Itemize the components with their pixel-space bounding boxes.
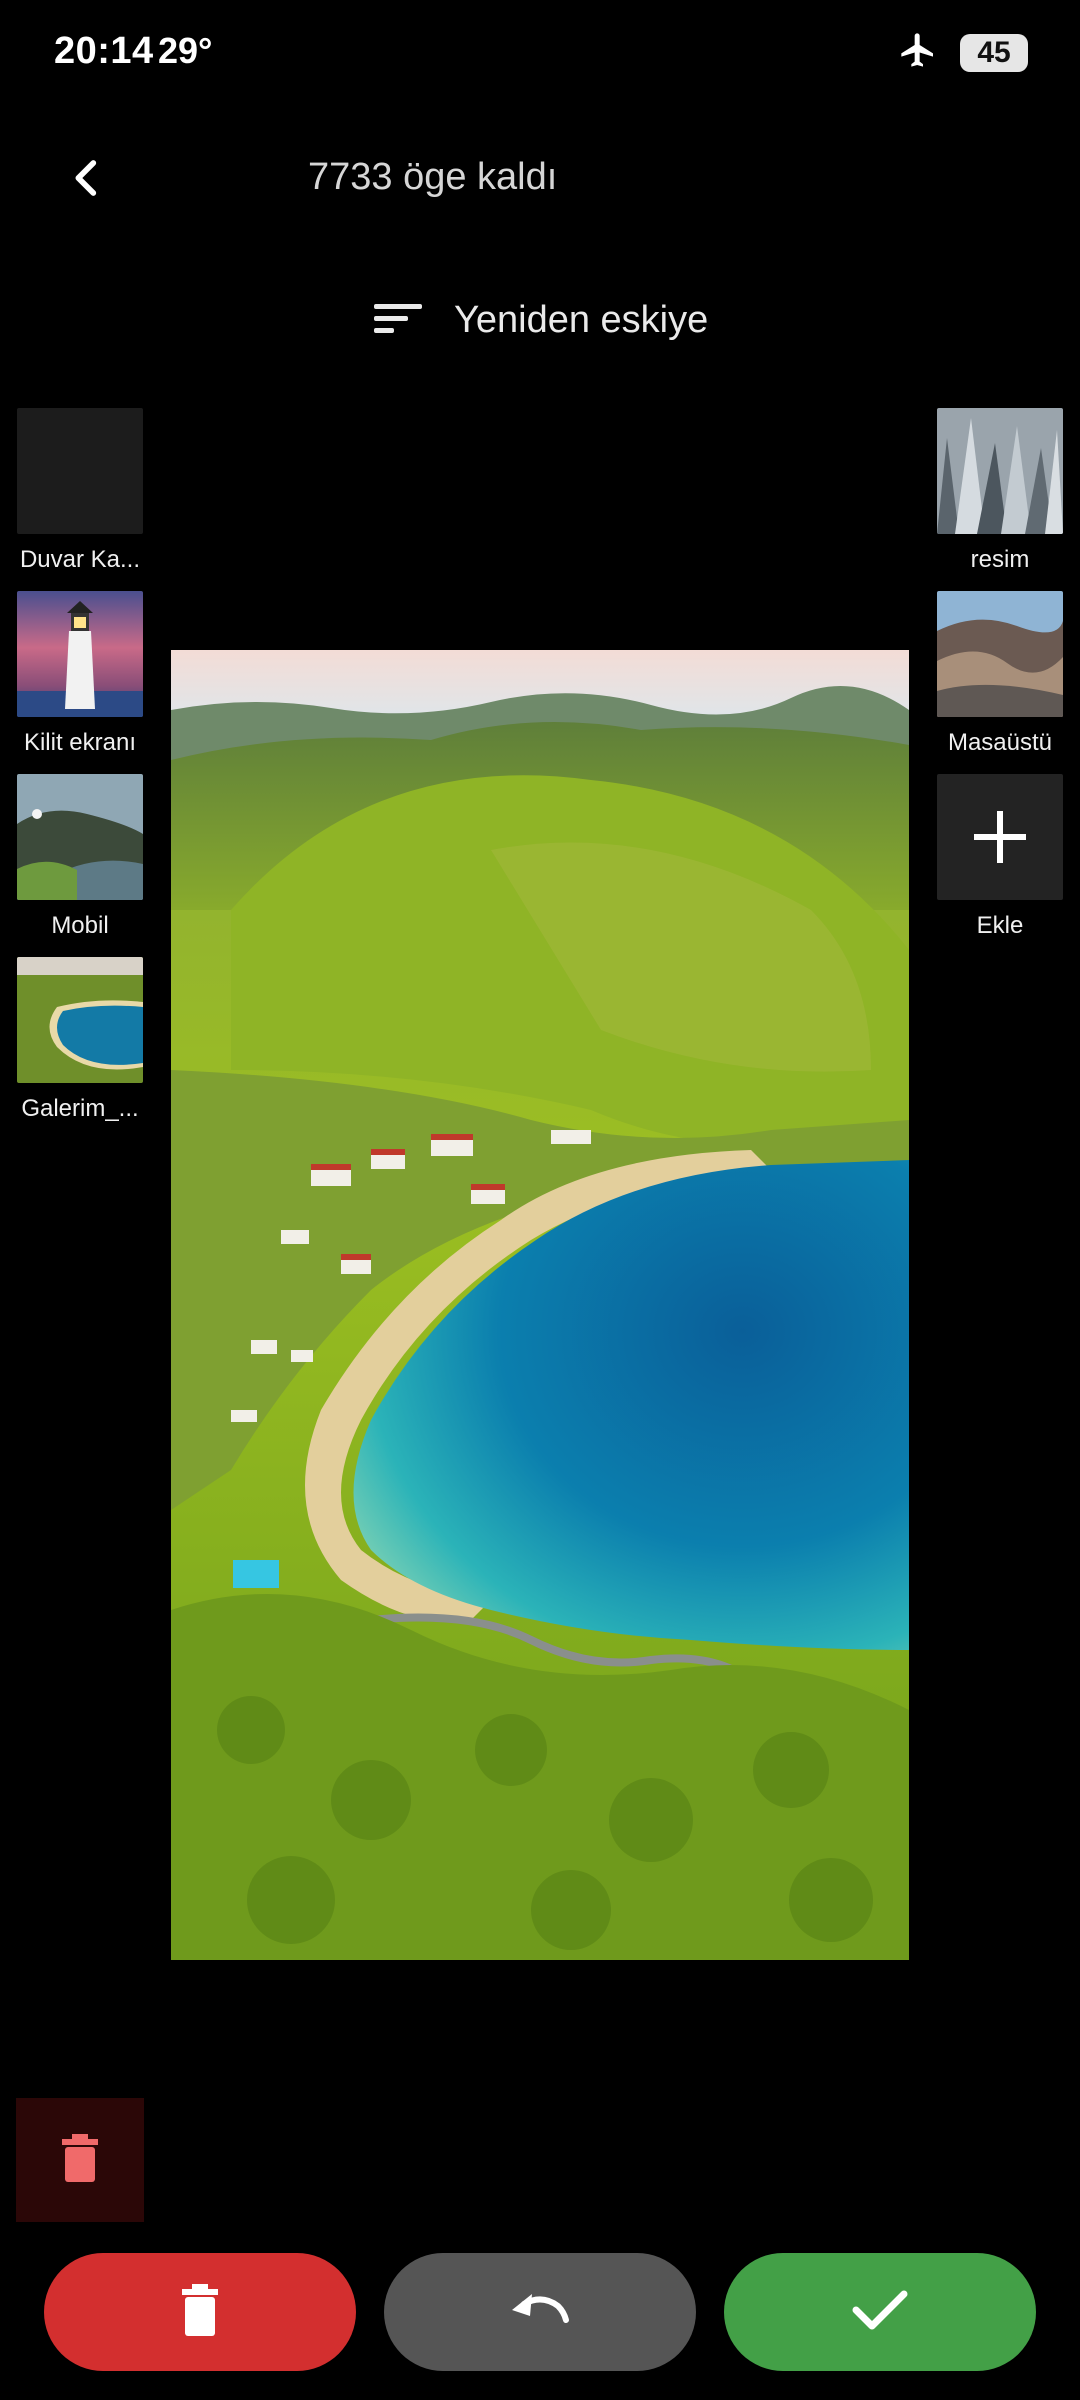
folder-label: Mobil <box>51 912 109 939</box>
delete-button[interactable] <box>44 2253 356 2371</box>
trash-bin[interactable] <box>16 2098 144 2222</box>
desert-thumbnail <box>937 591 1063 717</box>
folder-thumbnail <box>17 408 143 534</box>
current-photo[interactable] <box>171 650 909 1960</box>
aerial-bay-image <box>171 650 909 1960</box>
folder-duvar-kagidi[interactable]: Duvar Ka... <box>17 408 143 574</box>
plus-icon <box>937 774 1063 900</box>
trash-icon <box>60 2133 100 2187</box>
folder-masaustu[interactable]: Masaüstü <box>937 591 1063 757</box>
folder-galerim[interactable]: Galerim_... <box>17 957 143 1123</box>
add-folder-button[interactable]: Ekle <box>937 774 1063 940</box>
rock-forest-thumbnail <box>937 408 1063 534</box>
back-button[interactable] <box>60 150 110 210</box>
coast-thumbnail <box>17 774 143 900</box>
folder-resim[interactable]: resim <box>937 408 1063 574</box>
folder-mobil[interactable]: Mobil <box>17 774 143 940</box>
check-icon <box>852 2288 908 2337</box>
lighthouse-thumbnail <box>17 591 143 717</box>
sort-icon <box>372 298 424 343</box>
back-arrow-icon <box>68 158 102 203</box>
folder-label: Duvar Ka... <box>19 546 141 573</box>
status-temperature: 29° <box>158 30 213 71</box>
status-time: 20:14 <box>54 30 154 72</box>
battery-indicator: 45 <box>960 33 1028 72</box>
keep-button[interactable] <box>724 2253 1036 2371</box>
undo-icon <box>510 2290 570 2335</box>
folder-label: resim <box>970 546 1030 573</box>
folder-kilit-ekrani[interactable]: Kilit ekranı <box>17 591 143 757</box>
trash-icon <box>180 2283 220 2341</box>
airplane-icon <box>896 30 940 75</box>
sort-label: Yeniden eskiye <box>454 299 709 341</box>
bay-thumbnail <box>17 957 143 1083</box>
folder-label: Ekle <box>976 912 1024 939</box>
undo-button[interactable] <box>384 2253 696 2371</box>
folder-label: Masaüstü <box>947 729 1053 756</box>
page-title: 7733 öge kaldı <box>308 156 558 198</box>
status-icons: 45 <box>896 30 1028 75</box>
folder-label: Galerim_... <box>21 1095 139 1122</box>
sort-selector[interactable]: Yeniden eskiye <box>372 298 708 343</box>
folder-label: Kilit ekranı <box>23 729 137 756</box>
